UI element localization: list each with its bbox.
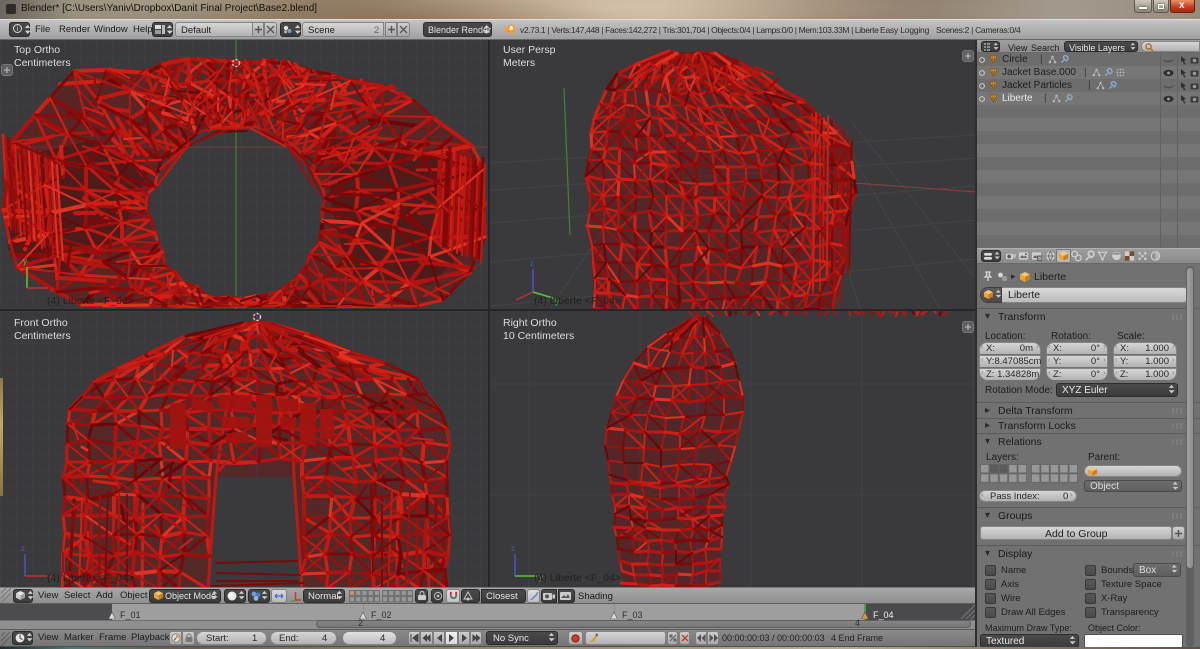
svg-text:z: z [21, 544, 25, 553]
svg-text:z: z [530, 259, 534, 268]
svg-text:x: x [50, 285, 54, 294]
svg-text:y: y [23, 257, 27, 266]
svg-text:z: z [511, 544, 515, 553]
